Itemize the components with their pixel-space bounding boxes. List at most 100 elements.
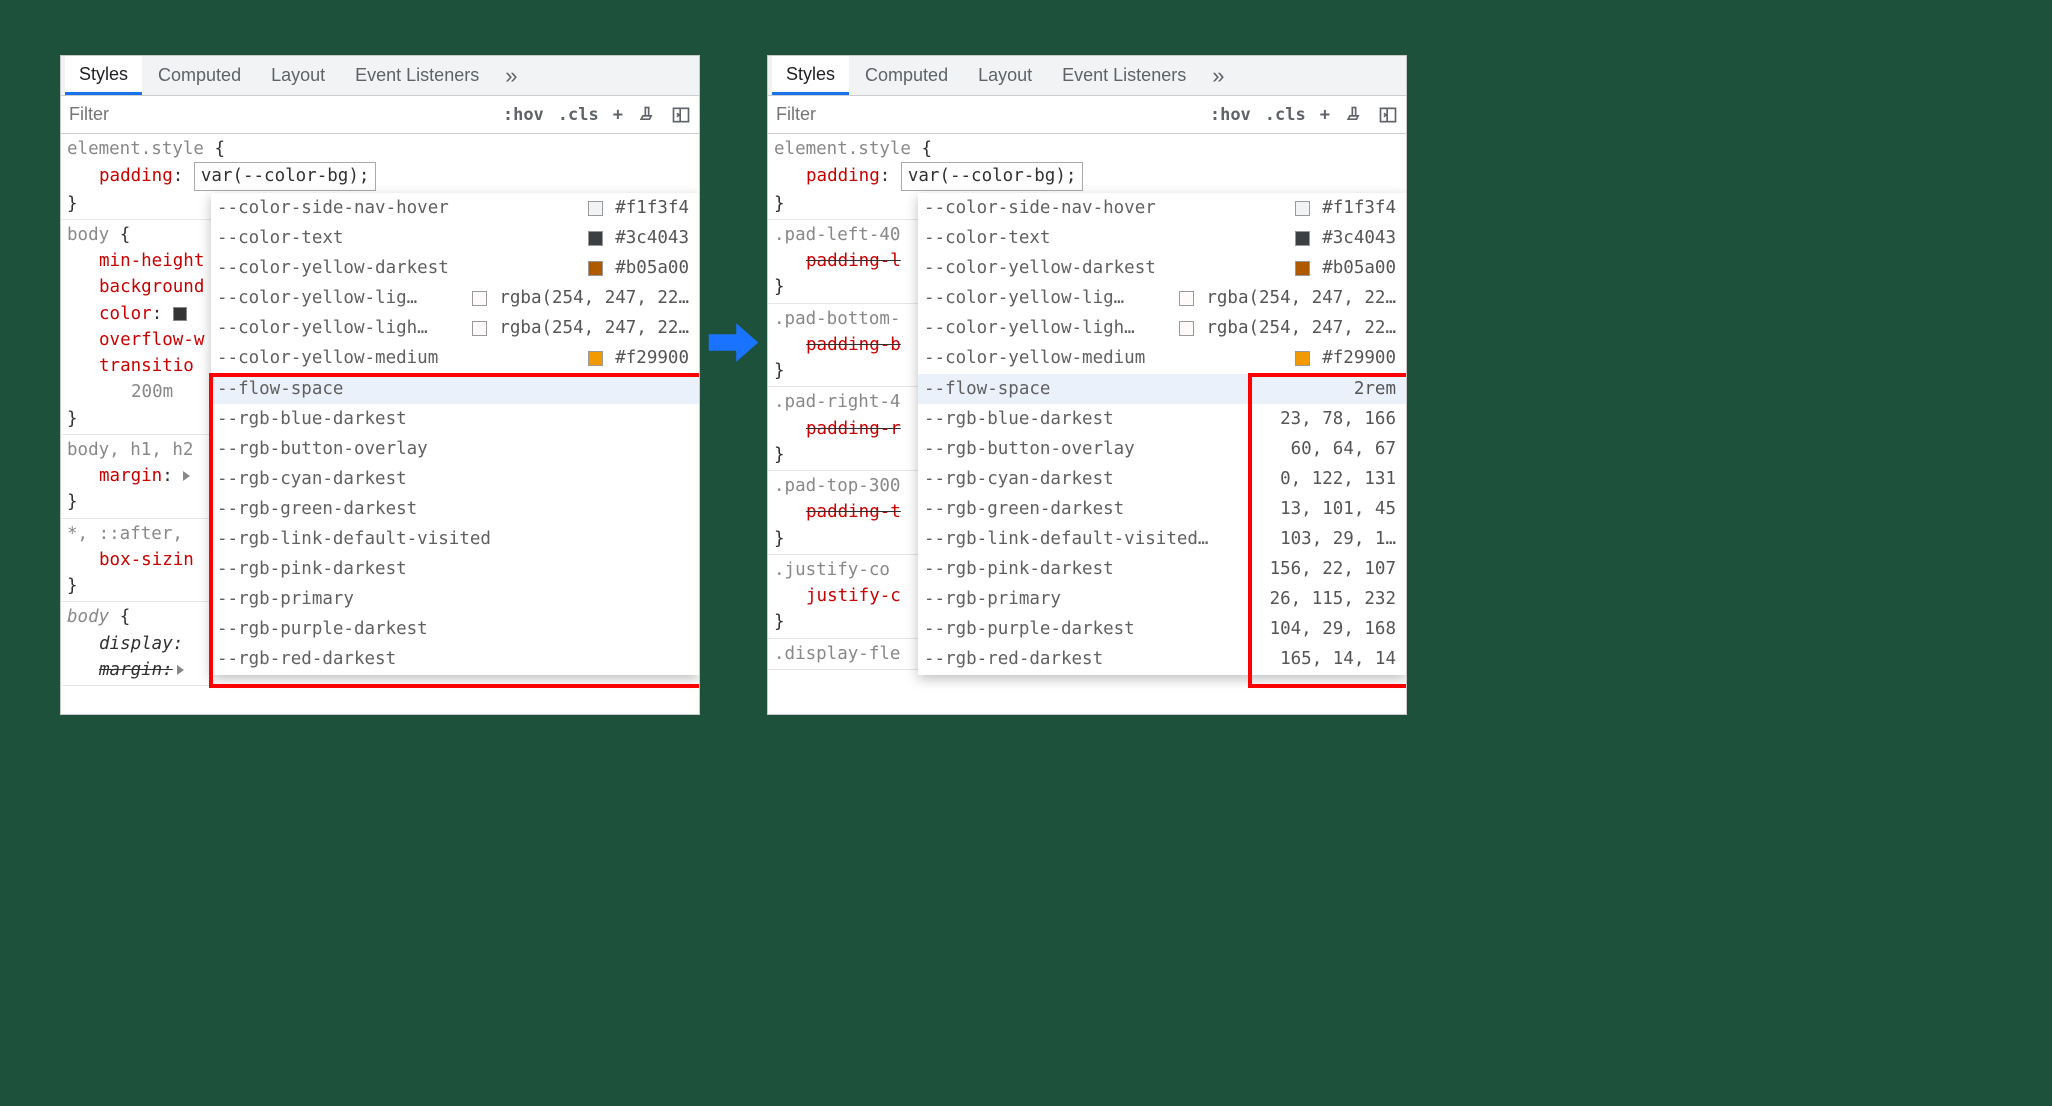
color-swatch-icon bbox=[1179, 291, 1194, 306]
autocomplete-item[interactable]: --rgb-green-darkest bbox=[211, 494, 699, 524]
autocomplete-item[interactable]: --color-yellow-medium #f29900 bbox=[211, 343, 699, 373]
autocomplete-item[interactable]: --flow-space 2rem bbox=[918, 374, 1406, 404]
tab-computed[interactable]: Computed bbox=[851, 56, 962, 95]
var-name: --flow-space bbox=[924, 374, 1348, 404]
autocomplete-item[interactable]: --rgb-red-darkest bbox=[211, 644, 699, 674]
var-name: --color-yellow-medium bbox=[924, 343, 1295, 373]
autocomplete-item[interactable]: --rgb-purple-darkest bbox=[211, 614, 699, 644]
var-name: --rgb-red-darkest bbox=[217, 644, 689, 674]
css-property[interactable]: padding-l bbox=[806, 251, 901, 271]
autocomplete-item[interactable]: --color-yellow-ligh… rgba(254, 247, 22… bbox=[918, 313, 1406, 343]
autocomplete-item[interactable]: --rgb-button-overlay bbox=[211, 434, 699, 464]
autocomplete-popup[interactable]: --color-side-nav-hover #f1f3f4 --color-t… bbox=[918, 193, 1406, 675]
var-name: --rgb-pink-darkest bbox=[217, 554, 689, 584]
css-property[interactable]: justify-c bbox=[806, 586, 901, 606]
var-value: 2rem bbox=[1348, 374, 1396, 404]
var-value: #f29900 bbox=[609, 343, 689, 373]
css-property[interactable]: margin bbox=[99, 466, 162, 486]
var-name: --color-yellow-darkest bbox=[217, 253, 588, 283]
tab-event-listeners[interactable]: Event Listeners bbox=[1048, 56, 1200, 95]
css-property[interactable]: box-sizin bbox=[99, 550, 194, 570]
arrow-icon bbox=[706, 315, 761, 370]
autocomplete-item[interactable]: --rgb-green-darkest 13, 101, 45 bbox=[918, 494, 1406, 524]
autocomplete-item[interactable]: --color-yellow-ligh… rgba(254, 247, 22… bbox=[211, 313, 699, 343]
cls-button[interactable]: .cls bbox=[556, 105, 601, 125]
var-value: #f29900 bbox=[1316, 343, 1396, 373]
expand-icon[interactable] bbox=[183, 471, 190, 481]
new-rule-button[interactable]: + bbox=[611, 105, 625, 125]
autocomplete-item[interactable]: --rgb-red-darkest 165, 14, 14 bbox=[918, 644, 1406, 674]
var-value: rgba(254, 247, 22… bbox=[1200, 313, 1396, 343]
css-property[interactable]: overflow-w bbox=[99, 330, 204, 350]
tabs-more-icon[interactable]: » bbox=[495, 63, 527, 89]
css-property[interactable]: padding bbox=[99, 166, 173, 186]
autocomplete-item[interactable]: --rgb-cyan-darkest bbox=[211, 464, 699, 494]
tab-computed[interactable]: Computed bbox=[144, 56, 255, 95]
styles-toolbar: :hov .cls + bbox=[61, 96, 699, 134]
autocomplete-item[interactable]: --color-side-nav-hover #f1f3f4 bbox=[918, 193, 1406, 223]
panel-toggle-icon[interactable] bbox=[1376, 105, 1400, 125]
autocomplete-item[interactable]: --rgb-link-default-visited bbox=[211, 524, 699, 554]
css-value-editing[interactable]: var(--color-bg); bbox=[194, 162, 377, 190]
autocomplete-item[interactable]: --rgb-purple-darkest 104, 29, 168 bbox=[918, 614, 1406, 644]
var-value: 165, 14, 14 bbox=[1274, 644, 1396, 674]
autocomplete-item[interactable]: --rgb-link-default-visited… 103, 29, 1… bbox=[918, 524, 1406, 554]
autocomplete-item[interactable]: --rgb-primary bbox=[211, 584, 699, 614]
panel-toggle-icon[interactable] bbox=[669, 105, 693, 125]
autocomplete-item[interactable]: --flow-space bbox=[211, 374, 699, 404]
autocomplete-item[interactable]: --rgb-blue-darkest 23, 78, 166 bbox=[918, 404, 1406, 434]
autocomplete-item[interactable]: --rgb-cyan-darkest 0, 122, 131 bbox=[918, 464, 1406, 494]
autocomplete-item[interactable]: --color-yellow-darkest #b05a00 bbox=[918, 253, 1406, 283]
css-property[interactable]: padding-r bbox=[806, 419, 901, 439]
tab-layout[interactable]: Layout bbox=[964, 56, 1046, 95]
css-property[interactable]: transitio bbox=[99, 356, 194, 376]
hov-button[interactable]: :hov bbox=[501, 105, 546, 125]
var-name: --rgb-primary bbox=[924, 584, 1264, 614]
tab-event-listeners[interactable]: Event Listeners bbox=[341, 56, 493, 95]
brush-icon[interactable] bbox=[635, 105, 659, 125]
autocomplete-item[interactable]: --rgb-pink-darkest bbox=[211, 554, 699, 584]
var-name: --color-yellow-lig… bbox=[217, 283, 472, 313]
tabs-more-icon[interactable]: » bbox=[1202, 63, 1234, 89]
autocomplete-item[interactable]: --color-text #3c4043 bbox=[211, 223, 699, 253]
var-name: --color-yellow-medium bbox=[217, 343, 588, 373]
autocomplete-item[interactable]: --rgb-primary 26, 115, 232 bbox=[918, 584, 1406, 614]
new-rule-button[interactable]: + bbox=[1318, 105, 1332, 125]
brush-icon[interactable] bbox=[1342, 105, 1366, 125]
autocomplete-popup[interactable]: --color-side-nav-hover #f1f3f4 --color-t… bbox=[211, 193, 699, 675]
cls-button[interactable]: .cls bbox=[1263, 105, 1308, 125]
var-name: --rgb-purple-darkest bbox=[217, 614, 689, 644]
autocomplete-item[interactable]: --color-yellow-darkest #b05a00 bbox=[211, 253, 699, 283]
var-value: 23, 78, 166 bbox=[1274, 404, 1396, 434]
autocomplete-item[interactable]: --rgb-blue-darkest bbox=[211, 404, 699, 434]
tab-styles[interactable]: Styles bbox=[772, 56, 849, 95]
autocomplete-item[interactable]: --rgb-button-overlay 60, 64, 67 bbox=[918, 434, 1406, 464]
css-property[interactable]: min-height bbox=[99, 251, 204, 271]
css-property[interactable]: background bbox=[99, 277, 204, 297]
css-property[interactable]: padding bbox=[806, 166, 880, 186]
autocomplete-item[interactable]: --color-side-nav-hover #f1f3f4 bbox=[211, 193, 699, 223]
tab-layout[interactable]: Layout bbox=[257, 56, 339, 95]
transition-value: 200m bbox=[67, 382, 173, 402]
autocomplete-item[interactable]: --rgb-pink-darkest 156, 22, 107 bbox=[918, 554, 1406, 584]
autocomplete-item[interactable]: --color-yellow-medium #f29900 bbox=[918, 343, 1406, 373]
tab-styles[interactable]: Styles bbox=[65, 56, 142, 95]
css-property[interactable]: color bbox=[99, 304, 152, 324]
autocomplete-item[interactable]: --color-yellow-lig… rgba(254, 247, 22… bbox=[211, 283, 699, 313]
var-value: #3c4043 bbox=[1316, 223, 1396, 253]
var-value: 103, 29, 1… bbox=[1274, 524, 1396, 554]
autocomplete-item[interactable]: --color-yellow-lig… rgba(254, 247, 22… bbox=[918, 283, 1406, 313]
css-property[interactable]: padding-t bbox=[806, 502, 901, 522]
var-value: rgba(254, 247, 22… bbox=[1200, 283, 1396, 313]
var-name: --rgb-primary bbox=[217, 584, 689, 614]
styles-toolbar: :hov .cls + bbox=[768, 96, 1406, 134]
autocomplete-item[interactable]: --color-text #3c4043 bbox=[918, 223, 1406, 253]
hov-button[interactable]: :hov bbox=[1208, 105, 1253, 125]
filter-input[interactable] bbox=[768, 96, 1198, 133]
filter-input[interactable] bbox=[61, 96, 491, 133]
css-value-editing[interactable]: var(--color-bg); bbox=[901, 162, 1084, 190]
color-swatch-icon[interactable] bbox=[173, 307, 187, 321]
var-value: 13, 101, 45 bbox=[1274, 494, 1396, 524]
css-property[interactable]: padding-b bbox=[806, 335, 901, 355]
var-name: --color-yellow-lig… bbox=[924, 283, 1179, 313]
